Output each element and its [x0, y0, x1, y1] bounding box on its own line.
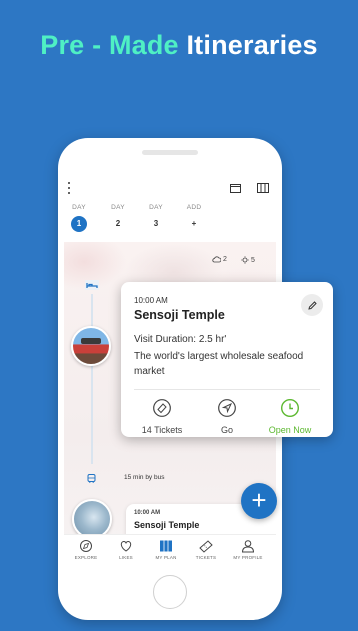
- stop-name: Sensoji Temple: [134, 308, 225, 322]
- tab-explore[interactable]: EXPLORE: [68, 539, 104, 560]
- bus-icon: [87, 474, 96, 483]
- pencil-icon: [307, 300, 317, 310]
- day-label: ADD: [186, 204, 202, 211]
- transport-duration: 15 min by bus: [124, 474, 165, 481]
- cloud-icon: [212, 256, 221, 263]
- clock-icon: [280, 398, 300, 418]
- day-number: 1: [71, 216, 87, 232]
- weather-cloud: 2: [212, 256, 227, 263]
- tab-tickets[interactable]: TICKETS: [188, 539, 224, 560]
- temp-value: 5: [251, 256, 255, 264]
- day-label: DAY: [149, 204, 163, 211]
- tab-my-profile[interactable]: MY PROFILE: [230, 539, 266, 560]
- stop-detail-card[interactable]: 10:00 AM Sensoji Temple Visit Duration: …: [121, 282, 333, 437]
- stop-description: The world's largest wholesale seafood ma…: [134, 351, 304, 377]
- hotel-icon: [85, 280, 99, 290]
- day-tab-1[interactable]: DAY 1: [66, 204, 92, 232]
- tab-label: MY PROFILE: [233, 555, 263, 560]
- day-number: 3: [153, 219, 159, 228]
- next-stop-time: 10:00 AM: [134, 510, 161, 516]
- day-label: DAY: [72, 204, 86, 211]
- day-number: 2: [115, 219, 121, 228]
- headline-highlight: Pre - Made: [40, 30, 179, 60]
- tab-label: MY PLAN: [155, 555, 177, 560]
- card-divider: [134, 389, 320, 390]
- calendar-icon[interactable]: [230, 183, 241, 193]
- map-icon: [160, 540, 172, 552]
- day-tab-3[interactable]: DAY 3: [143, 204, 169, 232]
- day-label: DAY: [111, 204, 125, 211]
- add-day-button[interactable]: ADD +: [181, 204, 207, 232]
- map-view-icon[interactable]: [257, 183, 269, 193]
- heart-icon: [120, 540, 132, 552]
- bottom-tab-bar: EXPLORE LIKES MY PLAN TICKETS MY PROFILE: [64, 534, 276, 566]
- add-day-plus: +: [191, 219, 197, 228]
- cloud-value: 2: [223, 256, 227, 263]
- edit-button[interactable]: [301, 294, 323, 316]
- open-now-status: Open Now: [259, 398, 321, 435]
- tab-label: EXPLORE: [74, 555, 98, 560]
- home-button[interactable]: [153, 575, 187, 609]
- headline: Pre - Made Itineraries: [0, 30, 358, 61]
- next-stop-photo[interactable]: [72, 499, 112, 539]
- tab-my-plan[interactable]: MY PLAN: [148, 539, 184, 560]
- visit-duration: Visit Duration: 2.5 hr': [134, 334, 227, 345]
- weather-temp: 5: [241, 256, 255, 264]
- day-selector: DAY 1 DAY 2 DAY 3 ADD +: [64, 204, 276, 240]
- sensoji-temple-photo[interactable]: [71, 326, 111, 366]
- day-tab-2[interactable]: DAY 2: [105, 204, 131, 232]
- ticket-icon: [199, 540, 213, 553]
- add-stop-button[interactable]: +: [241, 483, 277, 519]
- next-stop-name: Sensoji Temple: [134, 520, 200, 530]
- tickets-label: 14 Tickets: [141, 425, 183, 435]
- user-icon: [241, 540, 255, 553]
- phone-speaker: [142, 150, 198, 155]
- navigation-icon: [218, 399, 236, 417]
- open-now-label: Open Now: [268, 425, 312, 435]
- tab-likes[interactable]: LIKES: [108, 539, 144, 560]
- stop-time: 10:00 AM: [134, 296, 168, 305]
- timeline-line: [91, 294, 93, 464]
- ticket-icon: [153, 399, 171, 417]
- headline-rest: Itineraries: [186, 30, 318, 60]
- go-label: Go: [220, 425, 233, 435]
- tab-label: TICKETS: [195, 555, 217, 560]
- tab-label: LIKES: [119, 555, 133, 560]
- top-bar: [64, 174, 276, 202]
- tickets-action[interactable]: 14 Tickets: [134, 398, 190, 435]
- compass-icon: [80, 540, 92, 552]
- sun-icon: [241, 256, 249, 264]
- go-action[interactable]: Go: [209, 398, 245, 435]
- more-menu-icon[interactable]: [68, 182, 71, 194]
